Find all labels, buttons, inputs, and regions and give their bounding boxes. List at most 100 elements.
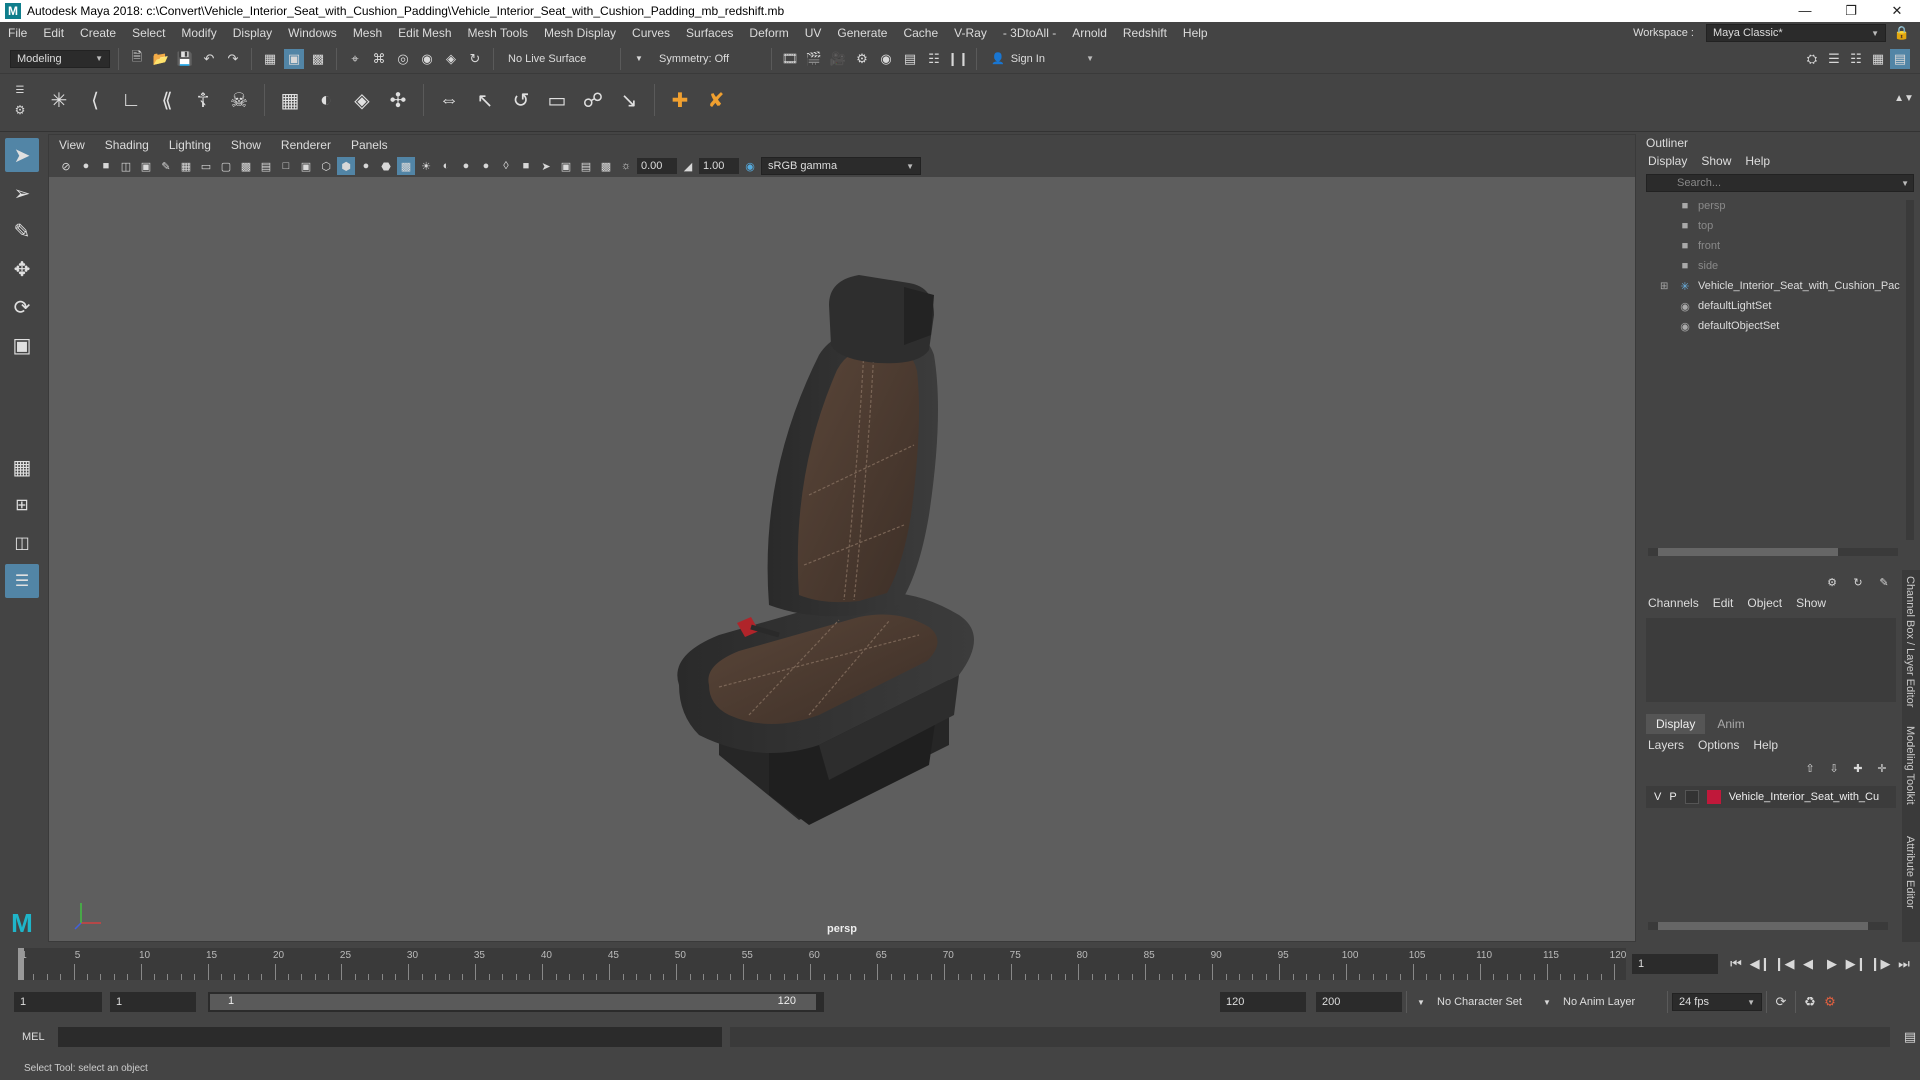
menu-arnold[interactable]: Arnold: [1064, 26, 1115, 40]
new-layer-icon[interactable]: ✚: [1848, 758, 1868, 778]
outliner-hscrollbar[interactable]: [1648, 548, 1898, 556]
default-material-icon[interactable]: ●: [357, 157, 375, 175]
snap-point-icon[interactable]: ◎: [393, 49, 413, 69]
outliner-item-persp[interactable]: ■ persp: [1640, 196, 1920, 216]
auto-key-icon[interactable]: ♻: [1800, 992, 1820, 1012]
menu-select[interactable]: Select: [124, 26, 173, 40]
ambient-occlusion-icon[interactable]: ●: [457, 157, 475, 175]
snap-view-icon[interactable]: ◉: [417, 49, 437, 69]
channel-box-body[interactable]: [1646, 618, 1896, 702]
shelf-scroll-icon[interactable]: ▲▼: [1894, 88, 1914, 108]
grid-icon[interactable]: ▦: [177, 157, 195, 175]
layer-hscrollbar[interactable]: [1648, 922, 1888, 930]
channel-sync-icon[interactable]: ↻: [1848, 572, 1868, 592]
go-to-end-icon[interactable]: ⏭: [1894, 954, 1914, 974]
chevron-down-icon[interactable]: ▼: [629, 49, 649, 69]
side-tab-channel-box[interactable]: Channel Box / Layer Editor: [1902, 570, 1918, 720]
hypershade-icon[interactable]: ◉: [876, 49, 896, 69]
tab-display[interactable]: Display: [1646, 714, 1706, 734]
move-layer-up-icon[interactable]: ⇧: [1800, 758, 1820, 778]
anti-alias-icon[interactable]: ◊: [497, 157, 515, 175]
rotate-tool-icon[interactable]: ⟳: [5, 290, 39, 324]
single-view-icon[interactable]: ▦: [5, 450, 39, 484]
scale-tool-icon[interactable]: ▣: [5, 328, 39, 362]
snap-surface-icon[interactable]: ◈: [441, 49, 461, 69]
chevron-down-icon[interactable]: ▼: [1537, 992, 1557, 1012]
quick-rig-icon[interactable]: ☦: [188, 84, 218, 116]
time-slider-track[interactable]: 1 5 10 15 20 25 30 35 40 45 50 55 60 65 70 75 80 85 90 95 10…: [18, 948, 1626, 980]
layer-row[interactable]: V P Vehicle_Interior_Seat_with_Cu: [1646, 786, 1896, 808]
shadows-icon[interactable]: ◐: [437, 157, 455, 175]
current-time-indicator[interactable]: [18, 948, 24, 980]
image-plane-icon[interactable]: ◫: [117, 157, 135, 175]
isolate-select-icon[interactable]: ➤: [537, 157, 555, 175]
playback-start-field[interactable]: 1: [110, 992, 196, 1012]
command-language-label[interactable]: MEL: [0, 1031, 58, 1043]
menu-mesh[interactable]: Mesh: [345, 26, 390, 40]
seat-model[interactable]: [659, 275, 1079, 835]
ipr-render-icon[interactable]: 🎥: [828, 49, 848, 69]
animation-end-field[interactable]: 200: [1316, 992, 1402, 1012]
layers-menu-options[interactable]: Options: [1698, 738, 1739, 752]
outliner-item-defaultobjectset[interactable]: ◉ defaultObjectSet: [1640, 316, 1920, 336]
two-view-icon[interactable]: ◫: [5, 526, 39, 560]
exposure-icon[interactable]: ☼: [617, 157, 635, 175]
channel-edit-icon[interactable]: ✎: [1874, 572, 1894, 592]
outliner-search-input[interactable]: Search... ▼: [1646, 174, 1914, 192]
menu-3dtoall[interactable]: - 3DtoAll -: [995, 26, 1064, 40]
bind-skin-icon[interactable]: ▦: [275, 84, 305, 116]
gamma-field[interactable]: 1.00: [699, 158, 739, 174]
ik-spline-icon[interactable]: ⟪: [152, 84, 182, 116]
channel-tool-icon[interactable]: ⚙: [1822, 572, 1842, 592]
menu-generate[interactable]: Generate: [829, 26, 895, 40]
layer-visibility-toggle[interactable]: V: [1654, 791, 1661, 803]
range-slider[interactable]: 1 120: [208, 992, 824, 1012]
menu-curves[interactable]: Curves: [624, 26, 678, 40]
snap-grid-icon[interactable]: ⌖: [345, 49, 365, 69]
sign-in-button[interactable]: 👤 Sign In ▼: [985, 49, 1100, 68]
new-layer-selected-icon[interactable]: ✛: [1872, 758, 1892, 778]
outliner-layout-icon[interactable]: ☰: [5, 564, 39, 598]
shelf-menu[interactable]: ☰ ⚙: [10, 80, 34, 126]
dof-icon[interactable]: ■: [517, 157, 535, 175]
pause-icon[interactable]: ❙❙: [947, 49, 969, 69]
menu-redshift[interactable]: Redshift: [1115, 26, 1175, 40]
ik-handle-icon[interactable]: ∟: [116, 84, 146, 116]
outliner-item-side[interactable]: ■ side: [1640, 256, 1920, 276]
gate-mask-icon[interactable]: ▩: [237, 157, 255, 175]
create-joint-icon[interactable]: ⟨: [80, 84, 110, 116]
menu-create[interactable]: Create: [72, 26, 124, 40]
menu-help[interactable]: Help: [1175, 26, 1216, 40]
xray-joints-icon[interactable]: ▤: [577, 157, 595, 175]
view-transform-dropdown[interactable]: sRGB gamma ▼: [761, 157, 921, 175]
menu-modify[interactable]: Modify: [173, 26, 224, 40]
save-scene-icon[interactable]: 💾: [175, 49, 195, 69]
expand-icon[interactable]: ⊞: [1660, 281, 1668, 292]
outliner-item-top[interactable]: ■ top: [1640, 216, 1920, 236]
anim-prefs-icon[interactable]: ⚙: [1820, 992, 1840, 1012]
field-chart-icon[interactable]: ▤: [257, 157, 275, 175]
wireframe-icon[interactable]: ⬡: [317, 157, 335, 175]
set-key-icon[interactable]: ⇔: [434, 84, 464, 116]
wireframe-on-shaded-icon[interactable]: ⬣: [377, 157, 395, 175]
tab-anim[interactable]: Anim: [1707, 714, 1754, 734]
camera-select-icon[interactable]: ⊘: [57, 157, 75, 175]
gamma-icon[interactable]: ◢: [679, 157, 697, 175]
lattice-icon[interactable]: ◈: [347, 84, 377, 116]
render-view-icon[interactable]: 🎞: [780, 49, 800, 69]
menu-deform[interactable]: Deform: [741, 26, 796, 40]
outliner-menu-show[interactable]: Show: [1701, 154, 1731, 168]
chevron-down-icon[interactable]: ▼: [1411, 992, 1431, 1012]
create-locator-icon[interactable]: ✳: [44, 84, 74, 116]
snap-curve-icon[interactable]: ⌘: [369, 49, 389, 69]
channels-menu-edit[interactable]: Edit: [1713, 596, 1734, 610]
close-icon[interactable]: ✕: [1874, 0, 1920, 22]
xray-icon[interactable]: ▣: [557, 157, 575, 175]
move-tool-icon[interactable]: ✥: [5, 252, 39, 286]
redshift-ipr-icon[interactable]: ☷: [924, 49, 944, 69]
constraint-orient-icon[interactable]: ▭: [542, 84, 572, 116]
redshift-render-icon[interactable]: ▤: [900, 49, 920, 69]
use-all-lights-icon[interactable]: ☀: [417, 157, 435, 175]
select-tool-icon[interactable]: ➤: [5, 138, 39, 172]
vp-menu-shading[interactable]: Shading: [95, 138, 159, 152]
